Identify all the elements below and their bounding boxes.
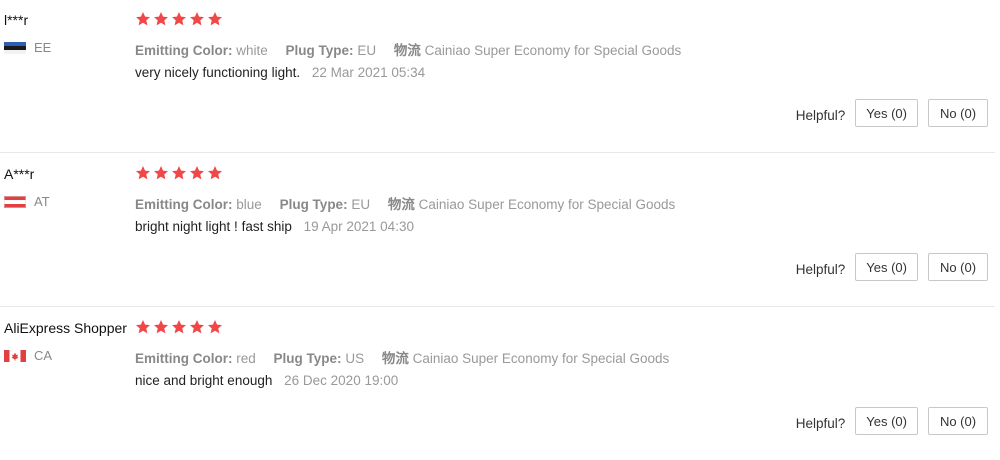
star-icon xyxy=(136,320,150,334)
product-attributes: Emitting Color: white Plug Type: EU 物流 C… xyxy=(135,39,695,59)
helpful-yes-button[interactable]: Yes (0) xyxy=(855,407,918,435)
reviewer-country: CA xyxy=(4,348,52,363)
helpful-label: Helpful? xyxy=(795,415,846,431)
emitting-color-label: Emitting Color: xyxy=(135,351,233,366)
plug-type-label: Plug Type: xyxy=(273,351,342,366)
logistics-label: 物流 xyxy=(381,351,409,366)
helpful-vote: Helpful? Yes (0) No (0) xyxy=(796,407,988,435)
country-code: EE xyxy=(34,40,52,55)
feedback-text: very nicely functioning light. xyxy=(135,65,301,80)
country-code: AT xyxy=(34,194,50,209)
review-date: 26 Dec 2020 19:00 xyxy=(284,373,399,388)
reviewer-name: A***r xyxy=(4,166,35,182)
star-icon xyxy=(154,166,168,180)
star-rating xyxy=(135,11,223,27)
emitting-color-label: Emitting Color: xyxy=(135,197,233,212)
star-icon xyxy=(172,320,186,334)
star-icon xyxy=(190,12,204,26)
helpful-yes-button[interactable]: Yes (0) xyxy=(855,253,918,281)
review-date: 19 Apr 2021 04:30 xyxy=(303,219,414,234)
country-code: CA xyxy=(34,348,53,363)
reviewer-country: AT xyxy=(4,194,50,209)
logistics-label: 物流 xyxy=(393,43,421,58)
star-icon xyxy=(154,320,168,334)
divider xyxy=(0,306,995,307)
plug-type-label: Plug Type: xyxy=(279,197,348,212)
plug-type-value: EU xyxy=(357,43,377,58)
review-item: AliExpress Shopper CA Emitting Color: re… xyxy=(0,308,1000,460)
star-icon xyxy=(208,320,222,334)
logistics-value: Cainiao Super Economy for Special Goods xyxy=(424,43,682,58)
plug-type-value: US xyxy=(345,351,365,366)
flag-at-icon xyxy=(4,195,26,208)
logistics-value: Cainiao Super Economy for Special Goods xyxy=(412,351,670,366)
emitting-color-value: blue xyxy=(236,197,262,212)
review-text: very nicely functioning light. 22 Mar 20… xyxy=(135,65,425,80)
reviewer-name: AliExpress Shopper xyxy=(4,320,127,336)
helpful-vote: Helpful? Yes (0) No (0) xyxy=(796,99,988,127)
flag-ee-icon xyxy=(4,41,26,54)
feedback-text: bright night light ! fast ship xyxy=(135,219,292,234)
helpful-yes-button[interactable]: Yes (0) xyxy=(855,99,918,127)
plug-type-value: EU xyxy=(351,197,371,212)
feedback-text: nice and bright enough xyxy=(135,373,273,388)
star-icon xyxy=(208,166,222,180)
logistics-value: Cainiao Super Economy for Special Goods xyxy=(418,197,676,212)
divider xyxy=(0,152,995,153)
star-rating xyxy=(135,165,223,181)
star-icon xyxy=(172,12,186,26)
logistics-label: 物流 xyxy=(387,197,415,212)
review-item: l***r EE Emitting Color: white Plug Type… xyxy=(0,0,1000,152)
star-rating xyxy=(135,319,223,335)
flag-ca-icon xyxy=(4,349,26,362)
helpful-no-button[interactable]: No (0) xyxy=(928,99,988,127)
star-icon xyxy=(136,12,150,26)
star-icon xyxy=(136,166,150,180)
star-icon xyxy=(154,12,168,26)
helpful-no-button[interactable]: No (0) xyxy=(928,407,988,435)
helpful-vote: Helpful? Yes (0) No (0) xyxy=(796,253,988,281)
review-text: nice and bright enough 26 Dec 2020 19:00 xyxy=(135,373,398,388)
review-text: bright night light ! fast ship 19 Apr 20… xyxy=(135,219,414,234)
review-item: A***r AT Emitting Color: blue Plug Type:… xyxy=(0,154,1000,306)
star-icon xyxy=(190,320,204,334)
star-icon xyxy=(208,12,222,26)
reviewer-name: l***r xyxy=(4,12,29,28)
reviewer-country: EE xyxy=(4,40,51,55)
product-attributes: Emitting Color: blue Plug Type: EU 物流 Ca… xyxy=(135,193,689,213)
review-date: 22 Mar 2021 05:34 xyxy=(311,65,426,80)
star-icon xyxy=(190,166,204,180)
emitting-color-value: white xyxy=(236,43,268,58)
emitting-color-label: Emitting Color: xyxy=(135,43,233,58)
emitting-color-value: red xyxy=(236,351,256,366)
helpful-label: Helpful? xyxy=(795,261,846,277)
plug-type-label: Plug Type: xyxy=(285,43,354,58)
product-attributes: Emitting Color: red Plug Type: US 物流 Cai… xyxy=(135,347,683,367)
star-icon xyxy=(172,166,186,180)
helpful-label: Helpful? xyxy=(795,107,846,123)
helpful-no-button[interactable]: No (0) xyxy=(928,253,988,281)
